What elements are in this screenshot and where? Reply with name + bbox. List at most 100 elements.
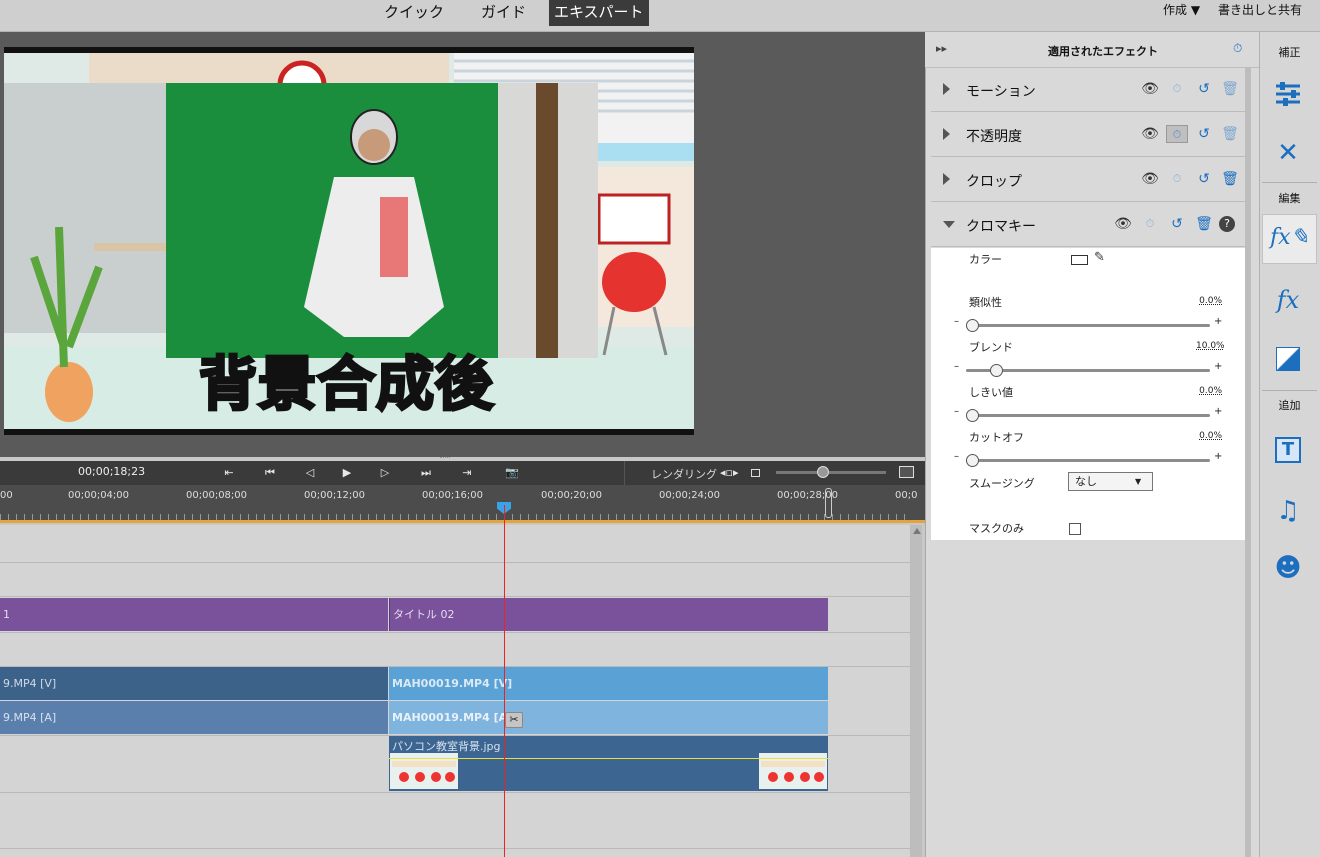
title-text-icon[interactable]: T	[1275, 437, 1301, 463]
scissors-icon[interactable]: ✂	[505, 712, 523, 728]
zoom-out-icon[interactable]: ◂▫▸	[720, 465, 739, 481]
smoothing-value: なし	[1075, 475, 1097, 488]
stopwatch-icon[interactable]: ⏱	[1168, 170, 1186, 188]
param-value[interactable]: 0.0%	[1196, 386, 1222, 396]
graphics-icon[interactable]: ☻	[1270, 550, 1306, 586]
work-area-end-handle[interactable]	[825, 488, 832, 518]
fullscreen-icon[interactable]	[899, 466, 914, 478]
camera-icon[interactable]: 📷	[503, 465, 521, 481]
mode-guided[interactable]: ガイド	[476, 0, 531, 26]
chevron-down-icon: ▼	[1135, 477, 1142, 486]
timecode[interactable]: 00;00;18;23	[78, 465, 145, 478]
export-share-menu[interactable]: 書き出しと共有	[1218, 0, 1302, 20]
applied-effects-icon[interactable]: fx✎	[1270, 220, 1309, 256]
trash-icon[interactable]: 🗑	[1221, 125, 1239, 143]
zoom-slider-knob[interactable]	[817, 466, 829, 478]
param-slider-track[interactable]	[966, 324, 1210, 327]
effects-icon[interactable]: fx	[1270, 282, 1306, 318]
param-value[interactable]: 0.0%	[1196, 296, 1222, 306]
stopwatch-icon[interactable]: ⏱	[1141, 215, 1159, 233]
divider	[624, 461, 625, 485]
effect-label: モーション	[966, 84, 1036, 100]
expand-icon[interactable]	[943, 128, 950, 140]
video-clip[interactable]: MAH00019.MP4 [V]	[389, 667, 828, 700]
scroll-up-icon[interactable]	[913, 528, 921, 534]
param-value[interactable]: 0.0%	[1196, 431, 1222, 441]
mode-quick[interactable]: クイック	[379, 0, 449, 26]
expand-icon[interactable]	[943, 83, 950, 95]
timeline-scrollbar[interactable]	[910, 525, 922, 857]
eye-icon[interactable]: 👁	[1141, 80, 1159, 98]
next-edit-icon[interactable]: ⏭	[417, 465, 435, 481]
mask-only-checkbox[interactable]	[1069, 523, 1081, 535]
eyedropper-icon[interactable]: ✎	[1094, 250, 1105, 265]
mask-only-label: マスクのみ	[969, 522, 1024, 535]
plus-icon[interactable]: +	[1214, 451, 1222, 462]
trash-icon[interactable]: 🗑	[1221, 170, 1239, 188]
plus-icon[interactable]: +	[1214, 316, 1222, 327]
chevron-down-icon: ▼	[1190, 3, 1201, 17]
audio-clip[interactable]: MAH00019.MP4 [A]	[389, 701, 828, 734]
stopwatch-icon[interactable]: ⏱	[1166, 125, 1188, 143]
stopwatch-icon[interactable]: ⏱	[1233, 41, 1242, 56]
adjustments-icon[interactable]	[1270, 78, 1306, 114]
param-slider-track[interactable]	[966, 414, 1210, 417]
music-icon[interactable]: ♫	[1270, 493, 1306, 529]
image-clip[interactable]: パソコン教室背景.jpg	[389, 736, 828, 791]
expand-icon[interactable]	[943, 173, 950, 185]
param-slider-knob[interactable]	[966, 319, 979, 332]
param-slider-knob[interactable]	[966, 409, 979, 422]
create-menu[interactable]: 作成 ▼	[1163, 0, 1200, 20]
title-clip[interactable]: タイトル 02	[389, 598, 828, 631]
plus-icon[interactable]: +	[1214, 406, 1222, 417]
param-slider-track[interactable]	[966, 459, 1210, 462]
param-value-number: 10.0	[1196, 341, 1217, 351]
transitions-icon[interactable]	[1276, 347, 1300, 371]
effect-row-crop[interactable]: クロップ 👁 ⏱ ↺ 🗑	[931, 158, 1245, 202]
smoothing-select[interactable]: なし ▼	[1068, 472, 1153, 491]
goto-end-icon[interactable]: ⇥	[458, 465, 476, 481]
panel-scrollbar[interactable]	[1245, 68, 1251, 857]
collapse-icon[interactable]: ▸▸	[936, 42, 947, 55]
trash-icon[interactable]: 🗑	[1195, 215, 1213, 233]
goto-start-icon[interactable]: ⇤	[220, 465, 238, 481]
reset-icon[interactable]: ↺	[1195, 170, 1213, 188]
play-icon[interactable]: ▶	[338, 465, 356, 481]
param-value[interactable]: 10.0%	[1196, 341, 1225, 351]
eye-icon[interactable]: 👁	[1141, 170, 1159, 188]
minus-icon[interactable]: –	[954, 451, 959, 462]
previous-edit-icon[interactable]: ⏮	[261, 465, 279, 481]
collapse-icon[interactable]	[943, 221, 955, 228]
effect-row-opacity[interactable]: 不透明度 👁 ⏱ ↺ 🗑	[931, 113, 1245, 157]
step-forward-icon[interactable]: ▷	[376, 465, 394, 481]
plus-icon[interactable]: +	[1214, 361, 1222, 372]
reset-icon[interactable]: ↺	[1195, 80, 1213, 98]
minus-icon[interactable]: –	[954, 361, 959, 372]
stopwatch-icon[interactable]: ⏱	[1168, 80, 1186, 98]
effect-row-chroma-key[interactable]: クロマキー 👁 ⏱ ↺ 🗑 ?	[931, 203, 1245, 247]
param-label: ブレンド	[969, 341, 1013, 354]
color-swatch[interactable]	[1071, 255, 1088, 265]
title-clip-left[interactable]: 1	[0, 598, 388, 631]
param-value-number: 0.0	[1199, 386, 1214, 396]
eye-icon[interactable]: 👁	[1114, 215, 1132, 233]
minus-icon[interactable]: –	[954, 406, 959, 417]
fit-icon[interactable]	[751, 469, 760, 477]
audio-clip-left[interactable]: 9.MP4 [A]	[0, 701, 388, 734]
eye-icon[interactable]: 👁	[1141, 125, 1159, 143]
tools-icon[interactable]: ✕	[1270, 135, 1306, 171]
reset-icon[interactable]: ↺	[1195, 125, 1213, 143]
step-back-icon[interactable]: ◁	[301, 465, 319, 481]
mode-expert[interactable]: エキスパート	[549, 0, 649, 26]
param-slider-knob[interactable]	[966, 454, 979, 467]
opacity-line[interactable]	[389, 758, 828, 759]
video-clip-left[interactable]: 9.MP4 [V]	[0, 667, 388, 700]
zoom-slider-track[interactable]	[776, 471, 886, 474]
trash-icon[interactable]: 🗑	[1221, 80, 1239, 98]
reset-icon[interactable]: ↺	[1168, 215, 1186, 233]
help-icon[interactable]: ?	[1219, 216, 1235, 232]
track-divider	[0, 632, 910, 633]
effect-row-motion[interactable]: モーション 👁 ⏱ ↺ 🗑	[931, 68, 1245, 112]
render-button[interactable]: レンダリング	[651, 466, 717, 482]
minus-icon[interactable]: –	[954, 316, 959, 327]
